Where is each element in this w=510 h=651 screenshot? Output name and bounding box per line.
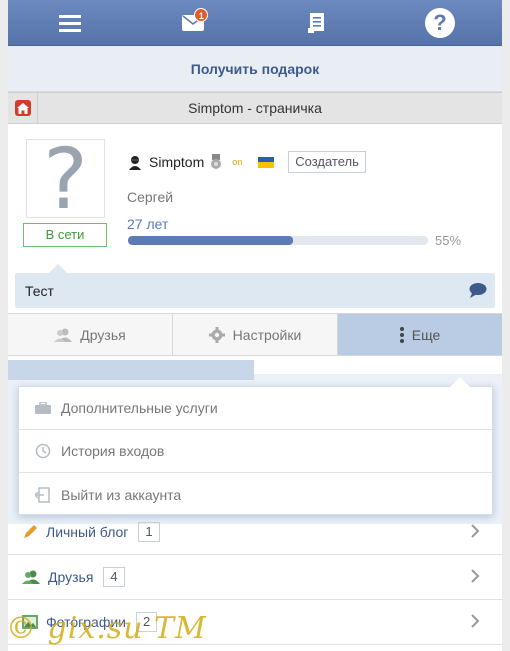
help-button[interactable]: ?	[410, 0, 470, 46]
help-icon: ?	[425, 7, 456, 38]
username[interactable]: Simptom	[149, 154, 204, 170]
mail-badge: 1	[194, 7, 209, 22]
profile-block: ? В сети Simptom on Создатель Сергей 27 …	[8, 124, 502, 274]
menu-item-login-history-label: История входов	[61, 443, 165, 459]
pen-icon	[24, 525, 37, 538]
tab-settings[interactable]: Настройки	[173, 314, 338, 355]
page-title: Simptom - страничка	[188, 100, 322, 116]
news-icon	[307, 12, 324, 33]
menu-item-extra-services-label: Дополнительные услуги	[61, 400, 218, 416]
tab-more[interactable]: Еще	[338, 314, 502, 355]
menu-item-extra-services[interactable]: Дополнительные услуги	[19, 387, 492, 430]
page: 1 ? Получить подарок Simptom - страничка…	[8, 0, 502, 651]
gear-icon	[208, 326, 225, 343]
profile-progress-bar	[128, 236, 428, 245]
status-box[interactable]: Тест	[15, 264, 495, 308]
role-badge: Создатель	[288, 151, 366, 173]
home-button[interactable]	[8, 93, 38, 123]
briefcase-icon	[35, 402, 51, 414]
news-button[interactable]	[287, 0, 347, 46]
menu-item-login-history[interactable]: История входов	[19, 430, 492, 473]
menu-item-logout-label: Выйти из аккаунта	[61, 486, 182, 503]
get-gift-link[interactable]: Получить подарок	[8, 46, 502, 92]
profile-progress-label: 55%	[435, 233, 462, 248]
menu-icon	[58, 14, 81, 32]
more-vertical-icon	[399, 326, 404, 343]
home-icon	[14, 100, 31, 116]
tab-settings-label: Настройки	[232, 326, 302, 343]
svg-text:?: ?	[434, 10, 447, 35]
list-item-friends[interactable]: Друзья 4	[8, 555, 502, 600]
comment-icon[interactable]	[469, 283, 487, 301]
profile-progress-fill	[128, 236, 293, 245]
tab-friends[interactable]: Друзья	[8, 314, 173, 355]
online-small-label: on	[232, 157, 243, 167]
menu-button[interactable]	[40, 0, 100, 46]
username-row: Simptom on Создатель	[127, 151, 366, 173]
user-spy-icon	[129, 156, 141, 170]
medal-icon	[211, 154, 222, 169]
tab-more-label: Еще	[411, 326, 441, 343]
status-text: Тест	[25, 283, 54, 299]
tab-friends-label: Друзья	[80, 326, 126, 343]
list-item-friends-label: Друзья	[48, 569, 94, 585]
avatar-placeholder-icon: ?	[43, 129, 88, 228]
page-title-bar: Simptom - страничка	[8, 92, 502, 124]
profile-tabs: Друзья Настройки Еще	[8, 313, 502, 356]
history-icon	[35, 443, 51, 459]
top-nav-bar: 1 ?	[8, 0, 502, 46]
list-item-blog[interactable]: Личный блог 1	[8, 510, 502, 555]
list-item-blog-label: Личный блог	[46, 524, 129, 540]
list-item-blog-count: 1	[138, 522, 160, 542]
list-item-friends-count: 4	[103, 567, 125, 587]
avatar[interactable]: ?	[26, 129, 105, 228]
real-name: Сергей	[127, 189, 174, 205]
friends-green-icon	[22, 570, 40, 584]
watermark: © gix.su TM	[6, 611, 207, 646]
chevron-right-icon	[471, 614, 480, 628]
ukraine-flag-icon	[258, 156, 275, 168]
mail-button[interactable]: 1	[163, 0, 223, 46]
online-status-badge: В сети	[23, 223, 107, 247]
chevron-right-icon	[471, 569, 480, 583]
logout-icon	[35, 486, 50, 503]
chevron-right-icon	[471, 524, 480, 538]
friends-icon	[54, 328, 73, 342]
age: 27 лет	[127, 216, 169, 232]
more-dropdown-menu: Дополнительные услуги История входов Вый…	[18, 377, 493, 515]
